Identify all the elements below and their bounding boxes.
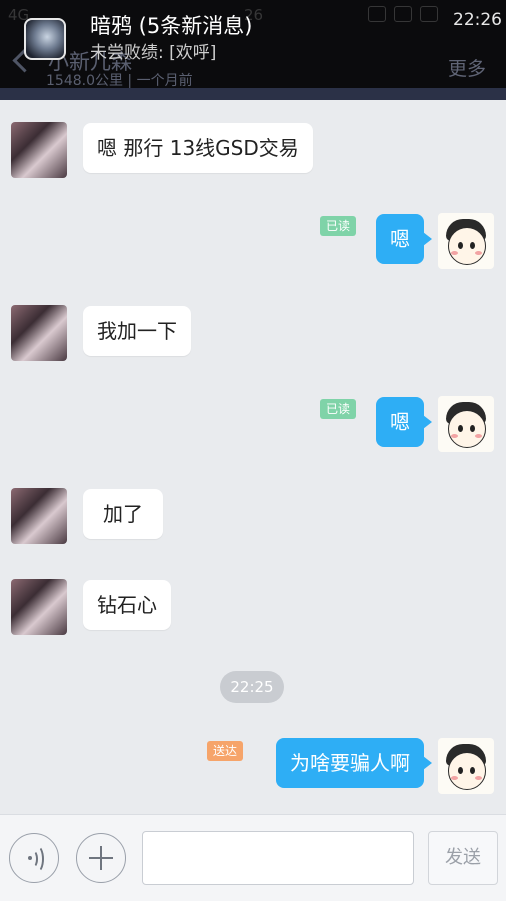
status-icons	[368, 6, 438, 22]
message-timestamp: 22:25	[220, 671, 284, 703]
notification-avatar	[24, 18, 66, 60]
my-avatar[interactable]	[438, 396, 494, 452]
message-bubble-outgoing[interactable]: 嗯	[376, 214, 432, 264]
alarm-icon	[394, 6, 412, 22]
clock: 22:26	[453, 10, 502, 30]
read-status-badge: 已读	[320, 216, 357, 236]
contact-avatar[interactable]	[11, 579, 67, 635]
read-status-badge: 已读	[320, 399, 357, 419]
voice-button[interactable]	[9, 833, 59, 883]
notification-title: 暗鸦 (5条新消息)	[90, 14, 253, 38]
more-button[interactable]: 更多	[448, 54, 486, 81]
status-bar: 4G 26	[8, 4, 498, 26]
notification-header[interactable]: 4G 26 22:26 小新儿森 1548.0公里 | 一个月前 更多 暗鸦 (…	[0, 0, 506, 92]
message-bubble-incoming[interactable]: 嗯 那行 13线GSD交易	[83, 123, 313, 173]
vibrate-icon	[368, 6, 386, 22]
contact-avatar[interactable]	[11, 305, 67, 361]
send-button[interactable]: 发送	[428, 831, 498, 885]
add-attachment-button[interactable]	[76, 833, 126, 883]
header-divider	[0, 88, 506, 100]
message-input[interactable]	[142, 831, 414, 885]
delivered-status-badge: 送达	[207, 741, 244, 761]
message-bubble-incoming[interactable]: 加了	[83, 489, 163, 539]
message-bubble-incoming[interactable]: 钻石心	[83, 580, 171, 630]
contact-avatar[interactable]	[11, 122, 67, 178]
wifi-icon	[420, 6, 438, 22]
my-avatar[interactable]	[438, 738, 494, 794]
message-bubble-outgoing[interactable]: 嗯	[376, 397, 432, 447]
notification-preview: 未尝败绩: [欢呼]	[90, 43, 217, 63]
my-avatar[interactable]	[438, 213, 494, 269]
message-bubble-incoming[interactable]: 我加一下	[83, 306, 191, 356]
message-bubble-outgoing[interactable]: 为啥要骗人啊	[276, 738, 432, 788]
contact-distance: 1548.0公里 | 一个月前	[46, 73, 193, 89]
contact-avatar[interactable]	[11, 488, 67, 544]
